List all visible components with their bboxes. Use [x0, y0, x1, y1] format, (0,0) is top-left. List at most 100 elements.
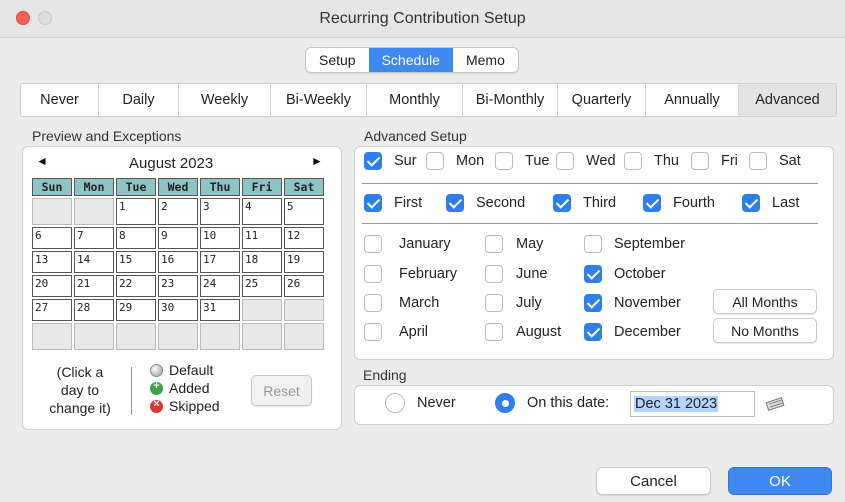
checkbox[interactable]: [364, 323, 382, 341]
checkbox[interactable]: [584, 265, 602, 283]
prev-month-icon[interactable]: ◄: [36, 154, 48, 168]
calendar-day[interactable]: 24: [200, 275, 240, 297]
checkbox[interactable]: [364, 235, 382, 253]
checkbox[interactable]: [364, 265, 382, 283]
checkbox[interactable]: [584, 323, 602, 341]
month-november[interactable]: November: [584, 294, 681, 312]
calendar-day[interactable]: 6: [32, 227, 72, 249]
checkbox[interactable]: [485, 265, 503, 283]
occurrence-fourth[interactable]: Fourth: [643, 194, 715, 212]
checkbox[interactable]: [485, 323, 503, 341]
month-july[interactable]: July: [485, 294, 542, 312]
calendar-day[interactable]: 20: [32, 275, 72, 297]
checkbox[interactable]: [364, 194, 382, 212]
radio-never[interactable]: [385, 393, 405, 413]
all-months-button[interactable]: All Months: [713, 289, 817, 314]
tab-setup[interactable]: Setup: [306, 48, 369, 72]
tab-schedule[interactable]: Schedule: [368, 48, 453, 72]
day-fri[interactable]: Fri: [691, 152, 738, 170]
month-august[interactable]: August: [485, 323, 561, 341]
calendar-day[interactable]: 22: [116, 275, 156, 297]
calendar-day[interactable]: 14: [74, 251, 114, 273]
calendar-day[interactable]: 9: [158, 227, 198, 249]
calendar-day[interactable]: 16: [158, 251, 198, 273]
ending-never-option[interactable]: Never: [385, 393, 456, 413]
calendar-day[interactable]: 8: [116, 227, 156, 249]
tab-quarterly[interactable]: Quarterly: [558, 84, 646, 116]
tab-daily[interactable]: Daily: [99, 84, 179, 116]
tab-bi-monthly[interactable]: Bi-Monthly: [463, 84, 558, 116]
calendar-day[interactable]: 1: [116, 198, 156, 225]
month-february[interactable]: February: [364, 265, 457, 283]
month-may[interactable]: May: [485, 235, 543, 253]
calendar-day[interactable]: 13: [32, 251, 72, 273]
calendar-day[interactable]: 3: [200, 198, 240, 225]
calendar-day[interactable]: 30: [158, 299, 198, 321]
calendar-day[interactable]: 18: [242, 251, 282, 273]
day-mon[interactable]: Mon: [426, 152, 484, 170]
calendar-day[interactable]: 4: [242, 198, 282, 225]
calendar-day[interactable]: 29: [116, 299, 156, 321]
end-date-field[interactable]: Dec 31 2023: [630, 391, 755, 417]
checkbox[interactable]: [643, 194, 661, 212]
calendar-day[interactable]: 10: [200, 227, 240, 249]
calendar-day[interactable]: 7: [74, 227, 114, 249]
ending-date-option[interactable]: On this date:: [495, 393, 609, 413]
checkbox[interactable]: [691, 152, 709, 170]
month-june[interactable]: June: [485, 265, 547, 283]
checkbox[interactable]: [742, 194, 760, 212]
day-sun[interactable]: Sur: [364, 152, 417, 170]
calendar-day[interactable]: 21: [74, 275, 114, 297]
calendar-day[interactable]: 11: [242, 227, 282, 249]
tab-annually[interactable]: Annually: [646, 84, 739, 116]
calendar-day[interactable]: 2: [158, 198, 198, 225]
calendar-day[interactable]: 25: [242, 275, 282, 297]
checkbox[interactable]: [749, 152, 767, 170]
tab-bi-weekly[interactable]: Bi-Weekly: [271, 84, 367, 116]
checkbox[interactable]: [584, 294, 602, 312]
checkbox[interactable]: [556, 152, 574, 170]
next-month-icon[interactable]: ►: [311, 154, 323, 168]
calendar-picker-icon[interactable]: [765, 397, 787, 411]
day-tue[interactable]: Tue: [495, 152, 549, 170]
occurrence-first[interactable]: First: [364, 194, 422, 212]
calendar-day[interactable]: 31: [200, 299, 240, 321]
calendar-day[interactable]: 28: [74, 299, 114, 321]
month-january[interactable]: January: [364, 235, 451, 253]
checkbox[interactable]: [584, 235, 602, 253]
calendar-day[interactable]: 19: [284, 251, 324, 273]
tab-advanced[interactable]: Advanced: [739, 84, 836, 116]
occurrence-last[interactable]: Last: [742, 194, 799, 212]
occurrence-second[interactable]: Second: [446, 194, 525, 212]
tab-memo[interactable]: Memo: [453, 48, 518, 72]
month-march[interactable]: March: [364, 294, 439, 312]
checkbox[interactable]: [364, 294, 382, 312]
month-december[interactable]: December: [584, 323, 681, 341]
checkbox[interactable]: [426, 152, 444, 170]
ok-button[interactable]: OK: [728, 467, 832, 495]
no-months-button[interactable]: No Months: [713, 318, 817, 343]
checkbox[interactable]: [446, 194, 464, 212]
checkbox[interactable]: [553, 194, 571, 212]
reset-button[interactable]: Reset: [251, 375, 312, 406]
calendar-day[interactable]: 26: [284, 275, 324, 297]
checkbox[interactable]: [624, 152, 642, 170]
calendar-day[interactable]: 5: [284, 198, 324, 225]
end-date-value[interactable]: Dec 31 2023: [634, 396, 719, 412]
calendar-day[interactable]: 12: [284, 227, 324, 249]
occurrence-third[interactable]: Third: [553, 194, 616, 212]
checkbox[interactable]: [485, 235, 503, 253]
month-september[interactable]: September: [584, 235, 685, 253]
checkbox[interactable]: [495, 152, 513, 170]
cancel-button[interactable]: Cancel: [596, 467, 711, 495]
day-sat[interactable]: Sat: [749, 152, 801, 170]
calendar-day[interactable]: 15: [116, 251, 156, 273]
tab-never[interactable]: Never: [21, 84, 99, 116]
checkbox[interactable]: [364, 152, 382, 170]
month-april[interactable]: April: [364, 323, 428, 341]
day-wed[interactable]: Wed: [556, 152, 616, 170]
checkbox[interactable]: [485, 294, 503, 312]
tab-monthly[interactable]: Monthly: [367, 84, 463, 116]
month-october[interactable]: October: [584, 265, 666, 283]
tab-weekly[interactable]: Weekly: [179, 84, 271, 116]
